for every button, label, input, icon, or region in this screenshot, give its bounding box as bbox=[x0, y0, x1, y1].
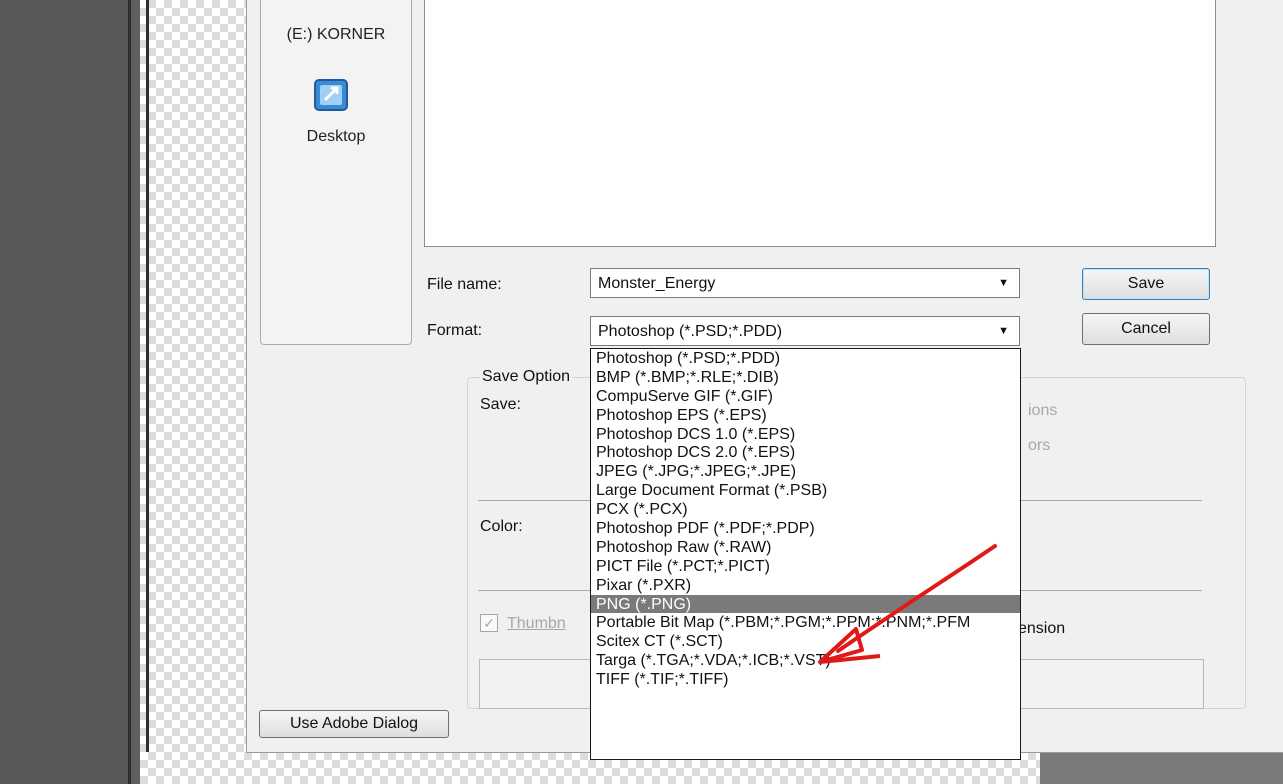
format-dropdown-list[interactable]: Photoshop (*.PSD;*.PDD) BMP (*.BMP;*.RLE;… bbox=[590, 348, 1021, 760]
format-option[interactable]: Photoshop Raw (*.RAW) bbox=[591, 538, 1020, 557]
canvas-transparency-left bbox=[140, 0, 246, 784]
format-label: Format: bbox=[427, 322, 483, 339]
chevron-down-icon[interactable]: ▼ bbox=[998, 325, 1009, 337]
format-option[interactable]: PCX (*.PCX) bbox=[591, 500, 1020, 519]
format-option[interactable]: Scitex CT (*.SCT) bbox=[591, 632, 1020, 651]
cancel-button[interactable]: Cancel bbox=[1082, 313, 1210, 345]
format-option[interactable]: Photoshop PDF (*.PDF;*.PDP) bbox=[591, 519, 1020, 538]
format-option[interactable]: Large Document Format (*.PSB) bbox=[591, 481, 1020, 500]
format-option[interactable]: Pixar (*.PXR) bbox=[591, 576, 1020, 595]
file-name-combobox[interactable]: Monster_Energy ▼ bbox=[590, 268, 1020, 298]
format-option[interactable]: Photoshop DCS 2.0 (*.EPS) bbox=[591, 443, 1020, 462]
thumbnail-checkbox[interactable]: ✓ bbox=[480, 614, 498, 632]
canvas-border-left bbox=[128, 0, 131, 784]
place-desktop[interactable]: Desktop bbox=[261, 128, 411, 146]
places-bar: (E:) KORNER Desktop bbox=[260, 0, 412, 345]
format-option[interactable]: Photoshop (*.PSD;*.PDD) bbox=[591, 349, 1020, 368]
extension-label-partial: ension bbox=[1018, 620, 1066, 637]
format-option[interactable]: CompuServe GIF (*.GIF) bbox=[591, 387, 1020, 406]
format-option[interactable]: PICT File (*.PCT;*.PICT) bbox=[591, 557, 1020, 576]
use-adobe-dialog-button[interactable]: Use Adobe Dialog bbox=[259, 710, 449, 738]
save-options-title: Save Option bbox=[480, 368, 573, 386]
save-option-partial-1: ions bbox=[1028, 402, 1058, 419]
save-button[interactable]: Save bbox=[1082, 268, 1210, 300]
format-option[interactable]: Photoshop EPS (*.EPS) bbox=[591, 406, 1020, 425]
chevron-down-icon[interactable]: ▼ bbox=[998, 277, 1009, 289]
format-value: Photoshop (*.PSD;*.PDD) bbox=[598, 323, 783, 340]
thumbnail-label: Thumbn bbox=[507, 615, 566, 632]
desktop-icon[interactable] bbox=[311, 76, 355, 116]
color-label: Color: bbox=[480, 518, 523, 535]
format-option[interactable]: Portable Bit Map (*.PBM;*.PGM;*.PPM;*.PN… bbox=[591, 613, 1020, 632]
save-label: Save: bbox=[480, 396, 521, 413]
panel-bottom-right bbox=[1040, 750, 1283, 784]
format-option[interactable]: TIFF (*.TIF;*.TIFF) bbox=[591, 670, 1020, 689]
format-option[interactable]: Targa (*.TGA;*.VDA;*.ICB;*.VST) bbox=[591, 651, 1020, 670]
file-name-value: Monster_Energy bbox=[598, 275, 716, 292]
format-option[interactable]: PNG (*.PNG) bbox=[591, 594, 1020, 614]
canvas-border-inner bbox=[146, 0, 149, 784]
workspace-background bbox=[0, 0, 128, 784]
save-option-partial-2: ors bbox=[1028, 437, 1051, 454]
format-option[interactable]: BMP (*.BMP;*.RLE;*.DIB) bbox=[591, 368, 1020, 387]
format-option[interactable]: Photoshop DCS 1.0 (*.EPS) bbox=[591, 425, 1020, 444]
file-list-view[interactable] bbox=[424, 0, 1216, 247]
format-combobox[interactable]: Photoshop (*.PSD;*.PDD) ▼ bbox=[590, 316, 1020, 346]
format-option[interactable]: JPEG (*.JPG;*.JPEG;*.JPE) bbox=[591, 462, 1020, 481]
place-drive-e[interactable]: (E:) KORNER bbox=[261, 26, 411, 44]
file-name-label: File name: bbox=[427, 276, 502, 293]
